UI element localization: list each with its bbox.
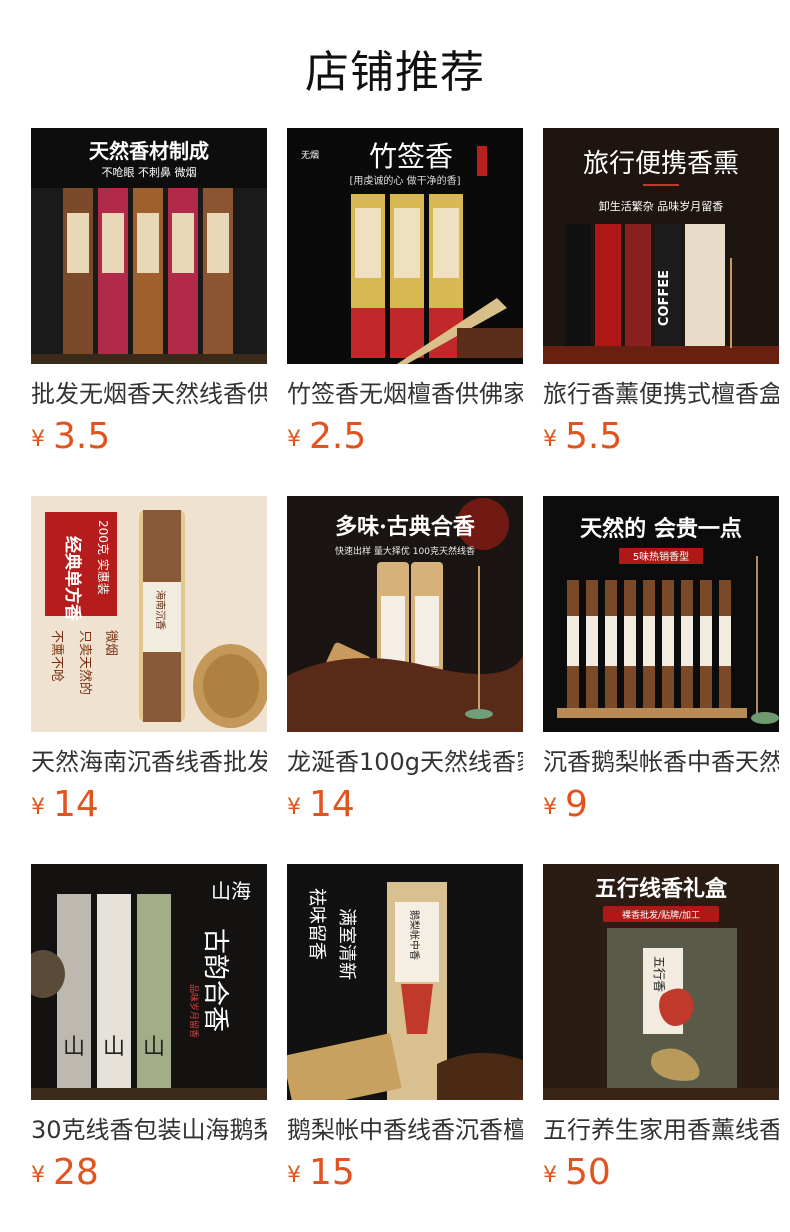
product-image[interactable]: 山 山 山 山海 古韵合香 品味岁月留香	[31, 864, 267, 1100]
image-subtitle: 卸生活繁杂 品味岁月留香	[599, 199, 724, 213]
image-headline: 满室清新	[336, 908, 357, 980]
box-label: 鹅梨帐中香	[408, 910, 421, 960]
currency-symbol: ¥	[287, 427, 301, 452]
image-note: 不熏不呛	[49, 630, 65, 682]
product-name[interactable]: 批发无烟香天然线香供佛	[31, 378, 267, 410]
image-headline: 天然的 会贵一点	[580, 516, 742, 542]
box-label: COFFEE	[657, 270, 672, 326]
image-prefix: 无烟	[301, 149, 319, 161]
price-value: 14	[53, 784, 99, 825]
image-headline: 天然香材制成	[89, 139, 209, 163]
product-name[interactable]: 竹签香无烟檀香供佛家用	[287, 378, 523, 410]
image-headline: 竹签香	[369, 140, 453, 173]
price-value: 9	[565, 784, 588, 825]
product-card[interactable]: 祛味留香 满室清新 鹅梨帐中香 鹅梨帐中香线香沉香檀香 ¥15	[287, 864, 523, 1232]
product-card[interactable]: 天然的 会贵一点 5味热销香型 沉香鹅梨帐香中香天然 ¥ 9	[543, 496, 779, 864]
product-image[interactable]: 五行线香礼盒 裸香批发/贴牌/加工 五行香	[543, 864, 779, 1100]
product-price: ¥14	[287, 784, 523, 831]
image-headline: 五行线香礼盒	[595, 876, 728, 902]
product-image[interactable]: 多味·古典合香 快速出样 量大择优 100克天然线香	[287, 496, 523, 732]
product-name[interactable]: 沉香鹅梨帐香中香天然线香	[543, 746, 779, 778]
image-subtitle: 裸香批发/贴牌/加工	[622, 909, 700, 921]
product-card[interactable]: 山 山 山 山海 古韵合香 品味岁月留香 30克线香包装山海鹅梨帐中香 ¥28	[31, 864, 267, 1232]
box-label: 五行香	[652, 956, 666, 992]
currency-symbol: ¥	[31, 1163, 45, 1188]
price-value: 14	[309, 784, 355, 825]
product-card[interactable]: 旅行便携香熏 卸生活繁杂 品味岁月留香 COFFEE 旅行香薰便携式檀香盒装 ¥…	[543, 128, 779, 496]
currency-symbol: ¥	[31, 427, 45, 452]
product-name[interactable]: 天然海南沉香线香批发家用	[31, 746, 267, 778]
product-price: ¥3.5	[31, 416, 267, 463]
product-name[interactable]: 五行养生家用香薰线香礼盒	[543, 1114, 779, 1146]
product-price: ¥2.5	[287, 416, 523, 463]
image-subtitle: 品味岁月留香	[188, 984, 200, 1038]
price-value: 3.5	[53, 416, 111, 457]
product-card[interactable]: 经典单方香 200克 实惠装 不熏不呛 只卖天然的 微烟 海南沉香 天然海南沉香…	[31, 496, 267, 864]
image-brand: 山海	[211, 879, 251, 903]
product-name[interactable]: 30克线香包装山海鹅梨帐中香	[31, 1114, 267, 1146]
image-headline: 多味·古典合香	[335, 514, 475, 540]
image-headline: 经典单方香	[62, 536, 83, 621]
product-name[interactable]: 龙涎香100g天然线香家用	[287, 746, 523, 778]
currency-symbol: ¥	[543, 427, 557, 452]
product-price: ¥28	[31, 1152, 267, 1199]
image-subtitle: 祛味留香	[306, 888, 327, 960]
tube-label: 海南沉香	[154, 590, 167, 630]
price-value: 28	[53, 1152, 99, 1193]
image-headline: 古韵合香	[200, 928, 230, 1032]
image-subtitle: 5味热销香型	[633, 550, 689, 563]
svg-text:山: 山	[103, 1035, 125, 1060]
currency-symbol: ¥	[31, 795, 45, 820]
currency-symbol: ¥	[287, 1163, 301, 1188]
image-note: 只卖天然的	[77, 630, 93, 695]
product-price: ¥5.5	[543, 416, 779, 463]
product-image[interactable]: 无烟 竹签香 [用虔诚的心 做干净的香]	[287, 128, 523, 364]
currency-symbol: ¥	[287, 795, 301, 820]
product-image[interactable]: 经典单方香 200克 实惠装 不熏不呛 只卖天然的 微烟 海南沉香	[31, 496, 267, 732]
image-subtitle: 不呛眼 不刺鼻 微烟	[102, 165, 197, 179]
image-note: 微烟	[103, 630, 118, 656]
image-subtitle: [用虔诚的心 做干净的香]	[350, 174, 461, 187]
product-price: ¥50	[543, 1152, 779, 1199]
image-headline: 旅行便携香熏	[583, 149, 739, 179]
image-subtitle: 200克 实惠装	[96, 520, 111, 595]
product-price: ¥14	[31, 784, 267, 831]
price-value: 2.5	[309, 416, 367, 457]
product-price: ¥15	[287, 1152, 523, 1199]
page-title: 店铺推荐	[305, 47, 485, 98]
product-name[interactable]: 旅行香薰便携式檀香盒装	[543, 378, 779, 410]
product-grid: 天然香材制成 不呛眼 不刺鼻 微烟 批发无烟香天然线香供佛 ¥3.5	[31, 128, 779, 1232]
product-price: ¥9	[543, 784, 779, 831]
price-value: 5.5	[565, 416, 623, 457]
price-value: 50	[565, 1152, 611, 1193]
svg-text:山: 山	[63, 1035, 85, 1060]
product-card[interactable]: 多味·古典合香 快速出样 量大择优 100克天然线香 龙涎香100g天然线香家用…	[287, 496, 523, 864]
currency-symbol: ¥	[543, 795, 557, 820]
svg-text:山: 山	[143, 1035, 165, 1060]
product-image[interactable]: 天然的 会贵一点 5味热销香型	[543, 496, 779, 732]
price-value: 15	[309, 1152, 355, 1193]
product-name[interactable]: 鹅梨帐中香线香沉香檀香	[287, 1114, 523, 1146]
product-image[interactable]: 天然香材制成 不呛眼 不刺鼻 微烟	[31, 128, 267, 364]
product-image[interactable]: 旅行便携香熏 卸生活繁杂 品味岁月留香 COFFEE	[543, 128, 779, 364]
image-subtitle: 快速出样 量大择优 100克天然线香	[335, 545, 475, 557]
currency-symbol: ¥	[543, 1163, 557, 1188]
product-card[interactable]: 天然香材制成 不呛眼 不刺鼻 微烟 批发无烟香天然线香供佛 ¥3.5	[31, 128, 267, 496]
product-card[interactable]: 无烟 竹签香 [用虔诚的心 做干净的香] 竹签香无烟檀香供佛家用 ¥2.5	[287, 128, 523, 496]
product-image[interactable]: 祛味留香 满室清新 鹅梨帐中香	[287, 864, 523, 1100]
product-card[interactable]: 五行线香礼盒 裸香批发/贴牌/加工 五行香 五行养生家用香薰线香礼盒 ¥50	[543, 864, 779, 1232]
